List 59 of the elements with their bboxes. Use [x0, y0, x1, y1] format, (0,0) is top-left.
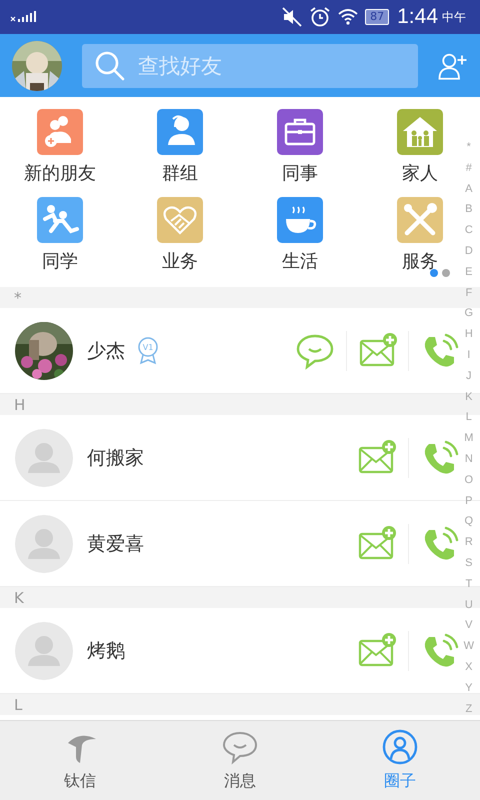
- mute-icon: [281, 6, 304, 28]
- category-button[interactable]: 服务: [397, 197, 443, 273]
- index-letter[interactable]: W: [464, 636, 474, 657]
- index-letter[interactable]: P: [465, 490, 472, 512]
- index-letter[interactable]: #: [466, 158, 472, 179]
- category-button[interactable]: 群组: [157, 109, 203, 185]
- battery-level: 87: [365, 9, 390, 25]
- default-avatar-icon: [15, 514, 73, 572]
- clock-period: 中午: [442, 8, 466, 26]
- index-letter[interactable]: A: [465, 178, 472, 200]
- index-letter[interactable]: M: [464, 428, 474, 449]
- category-button[interactable]: 同学: [37, 197, 83, 273]
- tab[interactable]: 消息: [160, 721, 320, 800]
- index-letter[interactable]: F: [465, 282, 472, 304]
- index-letter[interactable]: *: [466, 137, 471, 158]
- index-letter[interactable]: Q: [464, 511, 474, 532]
- search-icon: [94, 50, 126, 82]
- default-avatar-icon: [15, 428, 73, 486]
- index-letter[interactable]: B: [465, 199, 472, 220]
- tab[interactable]: 圈子: [320, 721, 480, 800]
- contact-name: 何搬家: [87, 446, 144, 470]
- chat-icon: [222, 729, 258, 765]
- index-letter[interactable]: S: [465, 552, 472, 574]
- index-letter[interactable]: K: [465, 386, 472, 408]
- section-letter: K: [14, 588, 24, 606]
- index-letter[interactable]: Y: [465, 678, 472, 699]
- index-letter[interactable]: V: [465, 615, 472, 636]
- tab[interactable]: 钛信: [0, 721, 160, 800]
- clock-time: 1:44: [397, 5, 438, 29]
- section-letter: L: [14, 696, 22, 714]
- index-letter[interactable]: L: [466, 407, 472, 428]
- default-avatar-icon: [15, 622, 73, 680]
- search-field[interactable]: 查找好友: [82, 44, 418, 88]
- index-letter[interactable]: O: [464, 470, 474, 491]
- index-letter[interactable]: X: [465, 656, 472, 678]
- section-letter: *: [14, 288, 22, 306]
- index-letter[interactable]: C: [464, 220, 473, 241]
- contact-name: 少杰: [87, 338, 125, 364]
- contact-name: 烤鹅: [87, 638, 125, 664]
- index-letter[interactable]: N: [464, 448, 473, 470]
- index-letter[interactable]: D: [464, 240, 473, 262]
- index-letter[interactable]: T: [465, 574, 472, 595]
- index-letter[interactable]: R: [464, 532, 473, 553]
- category-button[interactable]: 家人: [397, 109, 443, 185]
- section-letter: H: [14, 396, 26, 414]
- index-letter[interactable]: G: [464, 303, 474, 324]
- contact-name: 黄爱喜: [87, 532, 144, 556]
- index-letter[interactable]: J: [466, 366, 472, 387]
- index-letter[interactable]: H: [464, 324, 473, 345]
- alarm-icon: [309, 6, 332, 28]
- index-letter[interactable]: E: [465, 262, 472, 283]
- category-button[interactable]: 生活: [277, 197, 323, 273]
- index-letter[interactable]: Z: [465, 698, 472, 720]
- category-button[interactable]: 新的朋友: [24, 109, 96, 185]
- category-button[interactable]: 同事: [277, 109, 323, 185]
- index-letter[interactable]: U: [464, 594, 473, 616]
- person-icon: [382, 729, 418, 765]
- category-button[interactable]: 业务: [157, 197, 203, 273]
- index-letter[interactable]: I: [467, 344, 470, 366]
